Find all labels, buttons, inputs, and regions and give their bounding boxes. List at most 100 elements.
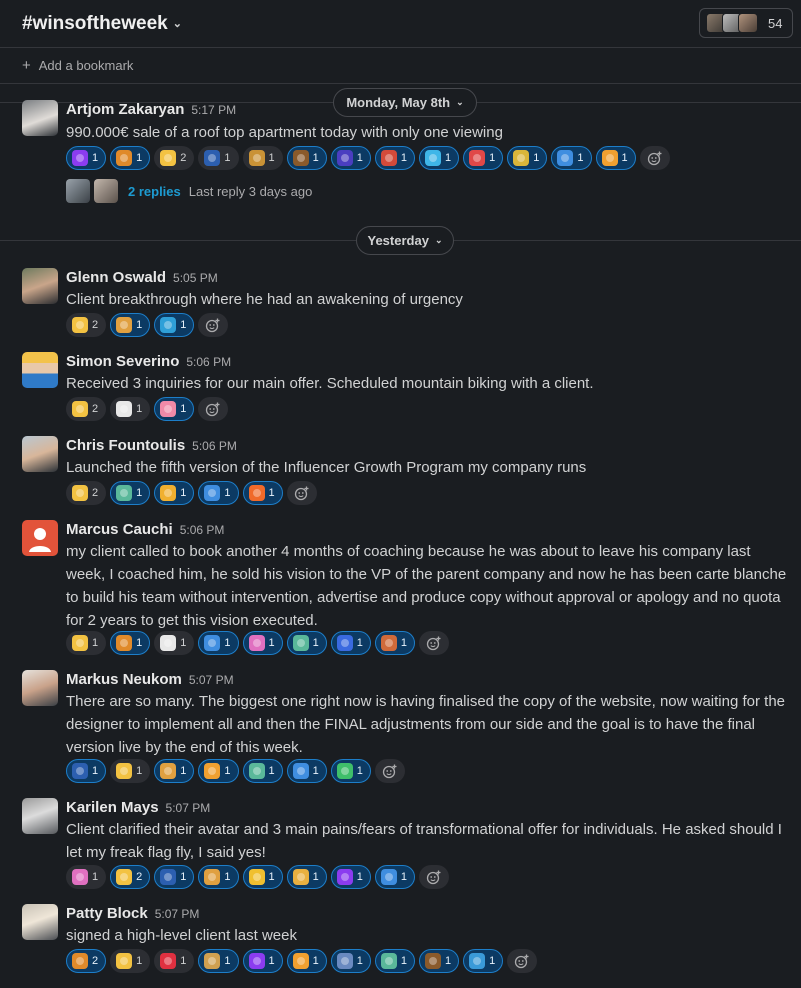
timestamp[interactable]: 5:05 PM [173,271,218,285]
reaction-button[interactable]: 1 [286,865,327,889]
date-jump-button[interactable]: Monday, May 8th ⌄ [333,88,477,117]
avatar[interactable] [22,100,58,136]
reaction-button[interactable]: 1 [330,949,371,973]
reaction-button[interactable]: 1 [154,759,195,783]
reaction-button[interactable]: 1 [198,481,239,505]
reaction-button[interactable]: 1 [66,146,107,170]
add-reaction-button[interactable] [374,759,405,783]
reaction-count: 1 [268,152,275,164]
reaction-button[interactable]: 1 [154,949,195,973]
reaction-button[interactable]: 1 [242,631,283,655]
timestamp[interactable]: 5:06 PM [186,355,231,369]
reaction-button[interactable]: 1 [330,759,371,783]
author-name[interactable]: Simon Severino [66,353,179,370]
date-jump-button[interactable]: Yesterday ⌄ [356,226,454,255]
avatar[interactable] [22,520,58,556]
timestamp[interactable]: 5:07 PM [166,801,211,815]
author-name[interactable]: Chris Fountoulis [66,437,185,454]
avatar[interactable] [22,352,58,388]
timestamp[interactable]: 5:06 PM [180,523,225,537]
reaction-button[interactable]: 2 [154,146,195,170]
author-name[interactable]: Patty Block [66,905,148,922]
reaction-button[interactable]: 1 [66,631,107,655]
plus-icon[interactable]: + [22,57,31,74]
reaction-button[interactable]: 1 [374,631,415,655]
add-reaction-button[interactable] [419,631,449,655]
reaction-button[interactable]: 1 [154,313,195,337]
reaction-button[interactable]: 1 [198,631,239,655]
reaction-button[interactable]: 1 [154,481,195,505]
reaction-button[interactable]: 1 [330,865,371,889]
reaction-button[interactable]: 1 [110,481,151,505]
reaction-button[interactable]: 1 [330,631,371,655]
thread-summary[interactable]: 2 replies Last reply 3 days ago [66,179,312,203]
reaction-button[interactable]: 1 [110,759,151,783]
clap-icon [72,401,88,417]
reaction-button[interactable]: 1 [198,949,239,973]
reaction-button[interactable]: 2 [110,865,151,889]
reaction-button[interactable]: 1 [330,146,371,170]
reaction-button[interactable]: 2 [66,397,107,421]
reaction-button[interactable]: 2 [66,313,107,337]
reaction-button[interactable]: 1 [110,949,151,973]
reaction-button[interactable]: 1 [286,146,327,170]
reaction-button[interactable]: 1 [286,949,327,973]
reaction-button[interactable]: 1 [66,759,107,783]
reaction-button[interactable]: 1 [507,146,548,170]
reaction-button[interactable]: 1 [419,949,460,973]
reaction-button[interactable]: 1 [374,865,415,889]
add-reaction-button[interactable] [419,865,449,889]
reaction-button[interactable]: 1 [463,146,504,170]
reaction-button[interactable]: 1 [374,146,415,170]
avatar[interactable] [22,670,58,706]
reaction-button[interactable]: 1 [242,759,283,783]
reaction-button[interactable]: 1 [198,146,239,170]
add-reaction-button[interactable] [286,481,317,505]
reaction-button[interactable]: 2 [66,481,107,505]
author-name[interactable]: Glenn Oswald [66,269,166,286]
add-reaction-button[interactable] [198,313,229,337]
add-reaction-button[interactable] [198,397,229,421]
add-reaction-button[interactable] [507,949,538,973]
timestamp[interactable]: 5:07 PM [155,907,200,921]
reaction-button[interactable]: 1 [110,313,151,337]
reaction-button[interactable]: 1 [198,759,239,783]
reaction-button[interactable]: 1 [419,146,460,170]
member-list-button[interactable]: 54 [699,8,793,38]
reaction-button[interactable]: 1 [110,631,151,655]
reaction-button[interactable]: 1 [286,631,327,655]
author-name[interactable]: Marcus Cauchi [66,521,173,538]
author-name[interactable]: Karilen Mays [66,799,159,816]
avatar[interactable] [22,268,58,304]
reaction-button[interactable]: 1 [286,759,327,783]
reaction-button[interactable]: 1 [463,949,504,973]
reaction-button[interactable]: 1 [66,865,107,889]
reaction-button[interactable]: 1 [551,146,592,170]
reaction-button[interactable]: 1 [242,481,283,505]
reaction-button[interactable]: 1 [154,865,195,889]
reaction-bar: 2 1 1 1 1 1 1 1 1 1 [66,949,538,973]
author-name[interactable]: Artjom Zakaryan [66,101,184,118]
avatar[interactable] [22,904,58,940]
reaction-button[interactable]: 2 [66,949,107,973]
add-reaction-button[interactable] [639,146,670,170]
timestamp[interactable]: 5:06 PM [192,439,237,453]
avatar[interactable] [22,436,58,472]
reaction-button[interactable]: 1 [154,397,195,421]
reaction-button[interactable]: 1 [595,146,636,170]
reaction-button[interactable]: 1 [110,397,151,421]
reaction-button[interactable]: 1 [198,865,239,889]
timestamp[interactable]: 5:07 PM [189,673,234,687]
reaction-button[interactable]: 1 [154,631,195,655]
author-name[interactable]: Markus Neukom [66,671,182,688]
reaction-button[interactable]: 1 [374,949,415,973]
timestamp[interactable]: 5:17 PM [191,103,236,117]
channel-title-button[interactable]: # winsoftheweek ⌄ [22,13,182,35]
reaction-button[interactable]: 1 [242,146,283,170]
add-bookmark-link[interactable]: Add a bookmark [39,58,134,73]
reaction-button[interactable]: 1 [110,146,151,170]
reaction-button[interactable]: 1 [242,949,283,973]
replies-link[interactable]: 2 replies [128,184,181,199]
avatar[interactable] [22,798,58,834]
reaction-button[interactable]: 1 [242,865,283,889]
